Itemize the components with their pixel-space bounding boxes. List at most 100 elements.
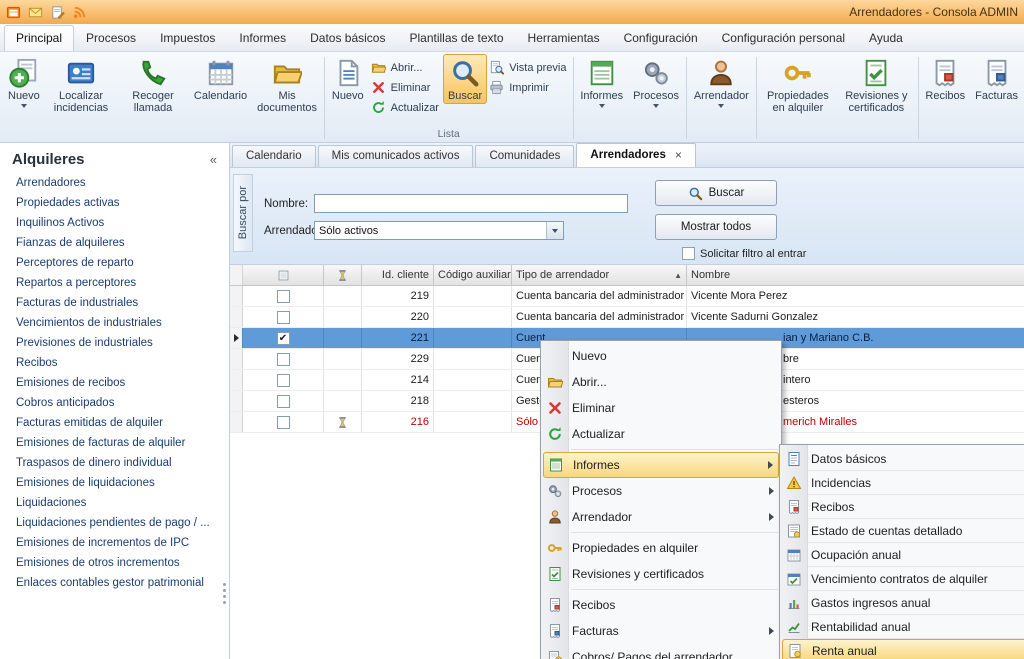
menu-item-eliminar[interactable]: Eliminar xyxy=(541,395,781,421)
menu-item-propiedades-en-alquiler[interactable]: Propiedades en alquiler xyxy=(541,535,781,561)
nombre-input[interactable] xyxy=(314,194,628,213)
menu-tab-procesos[interactable]: Procesos xyxy=(74,25,148,51)
sidebar-item-emisiones-de-liquidaciones[interactable]: Emisiones de liquidaciones xyxy=(0,473,229,493)
menu-item-abrir[interactable]: Abrir... xyxy=(541,369,781,395)
grid-header-checkbox[interactable] xyxy=(243,265,324,285)
doc-tab-mis-comunicados-activos[interactable]: Mis comunicados activos xyxy=(318,145,474,167)
grid-header-codigo-auxiliar[interactable]: Código auxiliar xyxy=(434,265,512,285)
menu-item-datos-básicos[interactable]: Datos básicos xyxy=(780,447,1024,470)
ribbon-button-nuevo[interactable]: Nuevo xyxy=(327,54,369,104)
menu-item-gastos-ingresos-anual[interactable]: Gastos ingresos anual xyxy=(780,591,1024,614)
mostrar-todos-button[interactable]: Mostrar todos xyxy=(655,214,777,240)
ribbon-button-vista-previa[interactable]: Vista previa xyxy=(489,60,566,75)
menu-item-revisiones-y-certificados[interactable]: Revisiones y certificados xyxy=(541,561,781,587)
grid-header-id-cliente[interactable]: Id. cliente xyxy=(362,265,434,285)
ribbon-button-actualizar[interactable]: Actualizar xyxy=(371,100,439,115)
sidebar-item-enlaces-contables-gestor-patrimonial[interactable]: Enlaces contables gestor patrimonial xyxy=(0,573,229,593)
titlebar-feed-button[interactable] xyxy=(72,5,87,20)
menu-item-facturas[interactable]: Facturas xyxy=(541,618,781,644)
sidebar-item-propiedades-activas[interactable]: Propiedades activas xyxy=(0,193,229,213)
ribbon-button-nuevo[interactable]: Nuevo xyxy=(3,54,45,110)
row-checkbox[interactable] xyxy=(277,290,290,303)
row-checkbox[interactable] xyxy=(277,395,290,408)
sidebar-item-liquidaciones-pendientes-de-pago[interactable]: Liquidaciones pendientes de pago / ... xyxy=(0,513,229,533)
menu-tab-configuración-personal[interactable]: Configuración personal xyxy=(710,25,857,51)
doc-tab-calendario[interactable]: Calendario xyxy=(232,145,316,167)
sidebar-item-emisiones-de-recibos[interactable]: Emisiones de recibos xyxy=(0,373,229,393)
sidebar-item-facturas-emitidas-de-alquiler[interactable]: Facturas emitidas de alquiler xyxy=(0,413,229,433)
menu-tab-impuestos[interactable]: Impuestos xyxy=(148,25,227,51)
row-checkbox[interactable] xyxy=(277,374,290,387)
menu-item-informes[interactable]: Informes xyxy=(543,452,779,478)
titlebar-note-button[interactable] xyxy=(50,5,65,20)
menu-tab-ayuda[interactable]: Ayuda xyxy=(857,25,915,51)
ribbon-button-mis-documentos[interactable]: Mis documentos xyxy=(252,54,322,116)
sidebar-item-recibos[interactable]: Recibos xyxy=(0,353,229,373)
menu-item-incidencias[interactable]: Incidencias xyxy=(780,471,1024,494)
table-row[interactable]: 219Cuenta bancaria del administradorVice… xyxy=(230,286,1024,307)
menu-tab-herramientas[interactable]: Herramientas xyxy=(516,25,612,51)
search-side-strip[interactable]: Buscar por xyxy=(233,174,253,252)
ribbon-button-buscar[interactable]: Buscar xyxy=(443,54,487,104)
ribbon-button-propiedades-en-alquiler[interactable]: Propiedades en alquiler xyxy=(759,54,837,116)
sidebar-item-perceptores-de-reparto[interactable]: Perceptores de reparto xyxy=(0,253,229,273)
row-checkbox[interactable] xyxy=(277,353,290,366)
menu-item-vencimiento-contratos-de-alquiler[interactable]: Vencimiento contratos de alquiler xyxy=(780,567,1024,590)
sidebar-item-emisiones-de-facturas-de-alquiler[interactable]: Emisiones de facturas de alquiler xyxy=(0,433,229,453)
row-checkbox[interactable]: ✔ xyxy=(277,332,290,345)
sidebar-item-emisiones-de-otros-incrementos[interactable]: Emisiones de otros incrementos xyxy=(0,553,229,573)
ribbon-button-abrir[interactable]: Abrir... xyxy=(371,60,439,75)
menu-tab-plantillas-de-texto[interactable]: Plantillas de texto xyxy=(397,25,515,51)
close-icon[interactable]: × xyxy=(675,144,682,167)
sidebar-item-previsiones-de-industriales[interactable]: Previsiones de industriales xyxy=(0,333,229,353)
doc-tab-arrendadores[interactable]: Arrendadores× xyxy=(576,143,695,167)
ribbon-button-arrendador[interactable]: Arrendador xyxy=(689,54,754,110)
ribbon-button-revisiones-y-certificados[interactable]: Revisiones y certificados xyxy=(837,54,915,116)
sidebar-item-cobros-anticipados[interactable]: Cobros anticipados xyxy=(0,393,229,413)
menu-item-procesos[interactable]: Procesos xyxy=(541,478,781,504)
sidebar-item-inquilinos-activos[interactable]: Inquilinos Activos xyxy=(0,213,229,233)
table-row[interactable]: 220Cuenta bancaria del administradorVice… xyxy=(230,307,1024,328)
menu-item-recibos[interactable]: Recibos xyxy=(541,592,781,618)
titlebar-mail-button[interactable] xyxy=(28,5,43,20)
sidebar-item-arrendadores[interactable]: Arrendadores xyxy=(0,173,229,193)
grid-header-tipo-arrendador[interactable]: Tipo de arrendador▲ xyxy=(512,265,687,285)
menu-item-renta-anual[interactable]: Renta anual xyxy=(782,639,1024,659)
titlebar-app-button[interactable] xyxy=(6,5,21,20)
solicitar-filtro-checkbox[interactable] xyxy=(682,247,695,260)
ribbon-button-calendario[interactable]: Calendario xyxy=(189,54,252,104)
sidebar-item-facturas-de-industriales[interactable]: Facturas de industriales xyxy=(0,293,229,313)
grid-header-nombre[interactable]: Nombre xyxy=(687,265,1024,285)
ribbon-button-recibos[interactable]: Recibos xyxy=(920,54,970,104)
sidebar-item-emisiones-de-incrementos-de-ipc[interactable]: Emisiones de incrementos de IPC xyxy=(0,533,229,553)
ribbon-button-facturas[interactable]: Facturas xyxy=(970,54,1023,104)
menu-tab-datos-básicos[interactable]: Datos básicos xyxy=(298,25,397,51)
menu-item-cobros-pagos-del-arrendador[interactable]: Cobros/ Pagos del arrendador xyxy=(541,644,781,659)
combo-dropdown-button[interactable] xyxy=(546,222,563,239)
row-checkbox[interactable] xyxy=(277,416,290,429)
ribbon-button-informes[interactable]: Informes xyxy=(575,54,628,110)
ribbon-button-procesos[interactable]: Procesos xyxy=(628,54,684,110)
ribbon-button-recoger-llamada[interactable]: Recoger llamada xyxy=(117,54,189,116)
doc-tab-comunidades[interactable]: Comunidades xyxy=(475,145,574,167)
menu-tab-informes[interactable]: Informes xyxy=(227,25,298,51)
menu-item-nuevo[interactable]: Nuevo xyxy=(541,343,781,369)
ribbon-button-imprimir[interactable]: Imprimir xyxy=(489,80,566,95)
sidebar-item-repartos-a-perceptores[interactable]: Repartos a perceptores xyxy=(0,273,229,293)
sidebar-item-fianzas-de-alquileres[interactable]: Fianzas de alquileres xyxy=(0,233,229,253)
row-checkbox[interactable] xyxy=(277,311,290,324)
sidebar-scroll-grip[interactable] xyxy=(223,583,226,586)
menu-tab-configuración[interactable]: Configuración xyxy=(612,25,710,51)
collapse-sidebar-icon[interactable]: « xyxy=(210,152,217,167)
sidebar-item-liquidaciones[interactable]: Liquidaciones xyxy=(0,493,229,513)
menu-item-arrendador[interactable]: Arrendador xyxy=(541,504,781,530)
menu-item-actualizar[interactable]: Actualizar xyxy=(541,421,781,447)
menu-item-estado-de-cuentas-detallado[interactable]: Estado de cuentas detallado xyxy=(780,519,1024,542)
grid-header-hourglass[interactable] xyxy=(324,265,362,285)
sidebar-item-traspasos-de-dinero-individual[interactable]: Traspasos de dinero individual xyxy=(0,453,229,473)
menu-item-ocupación-anual[interactable]: Ocupación anual xyxy=(780,543,1024,566)
menu-tab-principal[interactable]: Principal xyxy=(4,25,74,51)
ribbon-button-eliminar[interactable]: Eliminar xyxy=(371,80,439,95)
buscar-button[interactable]: Buscar xyxy=(655,180,777,206)
menu-item-rentabilidad-anual[interactable]: Rentabilidad anual xyxy=(780,615,1024,638)
